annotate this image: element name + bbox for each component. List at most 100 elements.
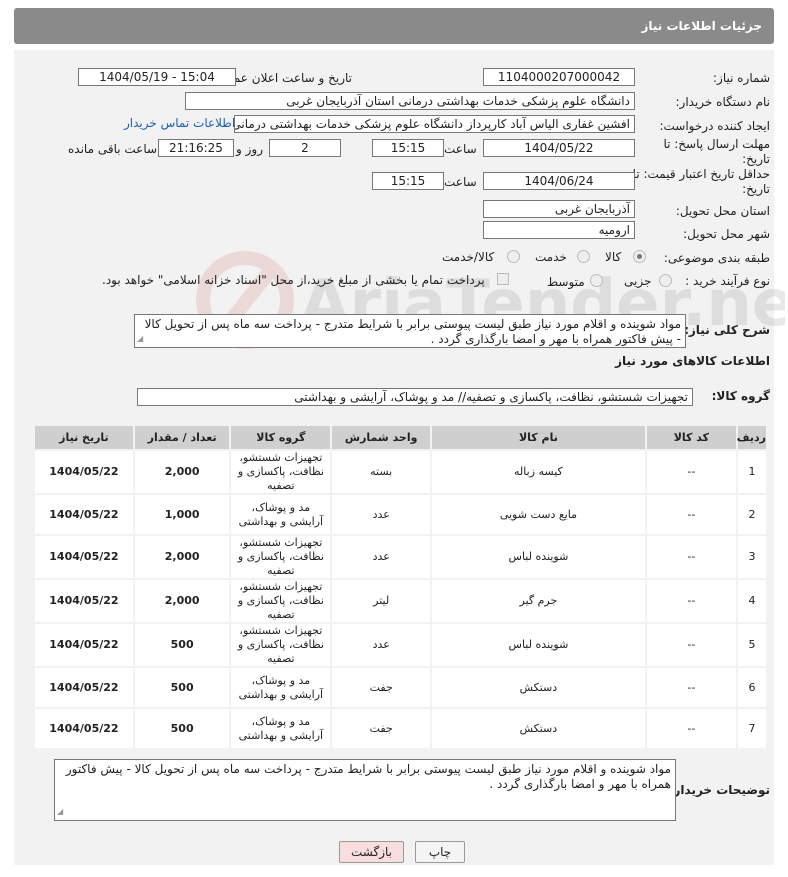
col-header-qty: تعداد / مقدار [132, 424, 232, 451]
table-row: 2 -- مایع دست شویی عدد مد و پوشاک، آرایش… [33, 493, 769, 536]
cell-code: -- [644, 707, 738, 750]
print-button[interactable]: چاپ [415, 841, 465, 863]
resize-grip-icon[interactable]: ◢ [57, 804, 63, 819]
cell-unit: عدد [330, 534, 433, 580]
buyer-contact-link[interactable]: اطلاعات تماس خریدار [124, 116, 235, 130]
cell-date: 1404/05/22 [33, 449, 135, 495]
category-goods-radio[interactable] [633, 250, 646, 263]
process-note: پرداخت تمام یا بخشی از مبلغ خرید،از محل … [102, 273, 485, 287]
deadline-time-label: ساعت [444, 142, 477, 156]
need-number-label: شماره نیاز: [713, 71, 770, 85]
deadline-time-field: 15:15 [372, 139, 444, 157]
cell-row-num: 7 [735, 707, 769, 750]
cell-code: -- [644, 493, 738, 536]
cell-name: مایع دست شویی [430, 493, 647, 536]
description-text: مواد شوینده و اقلام مورد نیاز طبق لیست پ… [144, 317, 681, 346]
buyer-notes-field: مواد شوینده و اقلام مورد نیاز طبق لیست پ… [54, 759, 676, 821]
items-table: ردیف کد کالا نام کالا واحد شمارش گروه کا… [33, 424, 769, 750]
buyer-notes-label: توضیحات خریدار: [668, 783, 770, 797]
city-label: شهر محل تحویل: [683, 227, 770, 241]
cell-row-num: 6 [735, 666, 769, 709]
category-label: طبقه بندی موضوعی: [663, 251, 770, 265]
price-deadline-time-field: 15:15 [372, 172, 444, 190]
creator-label: ایجاد کننده درخواست: [659, 119, 770, 133]
cell-group: تجهیزات شستشو، نظافت، پاکسازی و تصفیه [229, 622, 333, 668]
cell-unit: جفت [330, 707, 433, 750]
deadline-date-field: 1404/05/22 [483, 139, 635, 157]
need-number-field: 1104000207000042 [483, 68, 635, 86]
province-field: آذربایجان غربی [483, 200, 635, 218]
cell-qty: 1,000 [132, 493, 232, 536]
category-goods-label: کالا [605, 250, 622, 264]
cell-qty: 500 [132, 622, 232, 668]
process-minor-radio[interactable] [659, 274, 672, 287]
cell-name: شوینده لباس [430, 622, 647, 668]
resize-grip-icon[interactable]: ◢ [137, 331, 143, 346]
cell-name: شوینده لباس [430, 534, 647, 580]
cell-unit: بسته [330, 449, 433, 495]
cell-qty: 2,000 [132, 578, 232, 624]
col-header-code: کد کالا [644, 424, 738, 451]
cell-unit: عدد [330, 622, 433, 668]
creator-field: افشین غفاری الیاس آباد کارپرداز دانشگاه … [234, 115, 635, 133]
cell-code: -- [644, 449, 738, 495]
cell-unit: جفت [330, 666, 433, 709]
cell-qty: 2,000 [132, 449, 232, 495]
goods-info-title: اطلاعات کالاهای مورد نیاز [615, 354, 770, 368]
cell-row-num: 1 [735, 449, 769, 495]
cell-code: -- [644, 578, 738, 624]
description-field: مواد شوینده و اقلام مورد نیاز طبق لیست پ… [134, 314, 686, 348]
price-deadline-label: حداقل تاریخ اعتبار قیمت: تا تاریخ: [632, 167, 770, 196]
process-minor-label: جزیی [624, 274, 652, 288]
cell-unit: لیتر [330, 578, 433, 624]
col-header-name: نام کالا [430, 424, 647, 451]
category-service-radio[interactable] [577, 250, 590, 263]
process-label: نوع فرآیند خرید : [685, 274, 770, 288]
cell-group: مد و پوشاک، آرایشی و بهداشتی [229, 666, 333, 709]
cell-group: تجهیزات شستشو، نظافت، پاکسازی و تصفیه [229, 534, 333, 580]
cell-qty: 500 [132, 666, 232, 709]
cell-date: 1404/05/22 [33, 666, 135, 709]
cell-date: 1404/05/22 [33, 534, 135, 580]
col-header-group: گروه کالا [229, 424, 333, 451]
remaining-time-field: 21:16:25 [158, 139, 234, 157]
table-row: 4 -- جرم گیر لیتر تجهیزات شستشو، نظافت، … [33, 578, 769, 624]
cell-code: -- [644, 666, 738, 709]
treasury-checkbox[interactable] [497, 273, 509, 285]
table-header-row: ردیف کد کالا نام کالا واحد شمارش گروه کا… [33, 424, 769, 451]
table-row: 6 -- دستکش جفت مد و پوشاک، آرایشی و بهدا… [33, 666, 769, 709]
goods-group-field: تجهیزات شستشو، نظافت، پاکسازی و تصفیه// … [137, 388, 693, 406]
cell-group: مد و پوشاک، آرایشی و بهداشتی [229, 493, 333, 536]
table-row: 7 -- دستکش جفت مد و پوشاک، آرایشی و بهدا… [33, 707, 769, 750]
buyer-org-label: نام دستگاه خریدار: [675, 95, 771, 109]
buyer-org-field: دانشگاه علوم پزشکی خدمات بهداشتی درمانی … [185, 92, 635, 110]
city-field: ارومیه [483, 221, 635, 239]
announce-field: 1404/05/19 - 15:04 [78, 68, 236, 86]
goods-group-label: گروه کالا: [711, 389, 770, 403]
category-service-label: خدمت [535, 250, 567, 264]
cell-code: -- [644, 622, 738, 668]
table-row: 3 -- شوینده لباس عدد تجهیزات شستشو، نظاف… [33, 534, 769, 580]
description-label: شرح کلی نیاز: [684, 323, 770, 337]
category-goods-service-label: کالا/خدمت [442, 250, 495, 264]
price-deadline-date-field: 1404/06/24 [483, 172, 635, 190]
back-button[interactable]: بازگشت [339, 841, 404, 863]
cell-row-num: 5 [735, 622, 769, 668]
cell-group: تجهیزات شستشو، نظافت، پاکسازی و تصفیه [229, 578, 333, 624]
col-header-date: تاریخ نیاز [33, 424, 135, 451]
cell-date: 1404/05/22 [33, 707, 135, 750]
province-label: استان محل تحویل: [675, 204, 770, 218]
remaining-label: ساعت باقی مانده [68, 142, 158, 156]
table-row: 5 -- شوینده لباس عدد تجهیزات شستشو، نظاف… [33, 622, 769, 668]
page-title: جزئیات اطلاعات نیاز [641, 19, 762, 33]
cell-name: جرم گیر [430, 578, 647, 624]
process-medium-radio[interactable] [590, 274, 603, 287]
category-goods-service-radio[interactable] [507, 250, 520, 263]
col-header-row-num: ردیف [735, 424, 769, 451]
price-deadline-time-label: ساعت [444, 175, 477, 189]
table-row: 1 -- کیسه زباله بسته تجهیزات شستشو، نظاف… [33, 449, 769, 495]
cell-date: 1404/05/22 [33, 622, 135, 668]
cell-qty: 500 [132, 707, 232, 750]
cell-unit: عدد [330, 493, 433, 536]
cell-name: دستکش [430, 707, 647, 750]
